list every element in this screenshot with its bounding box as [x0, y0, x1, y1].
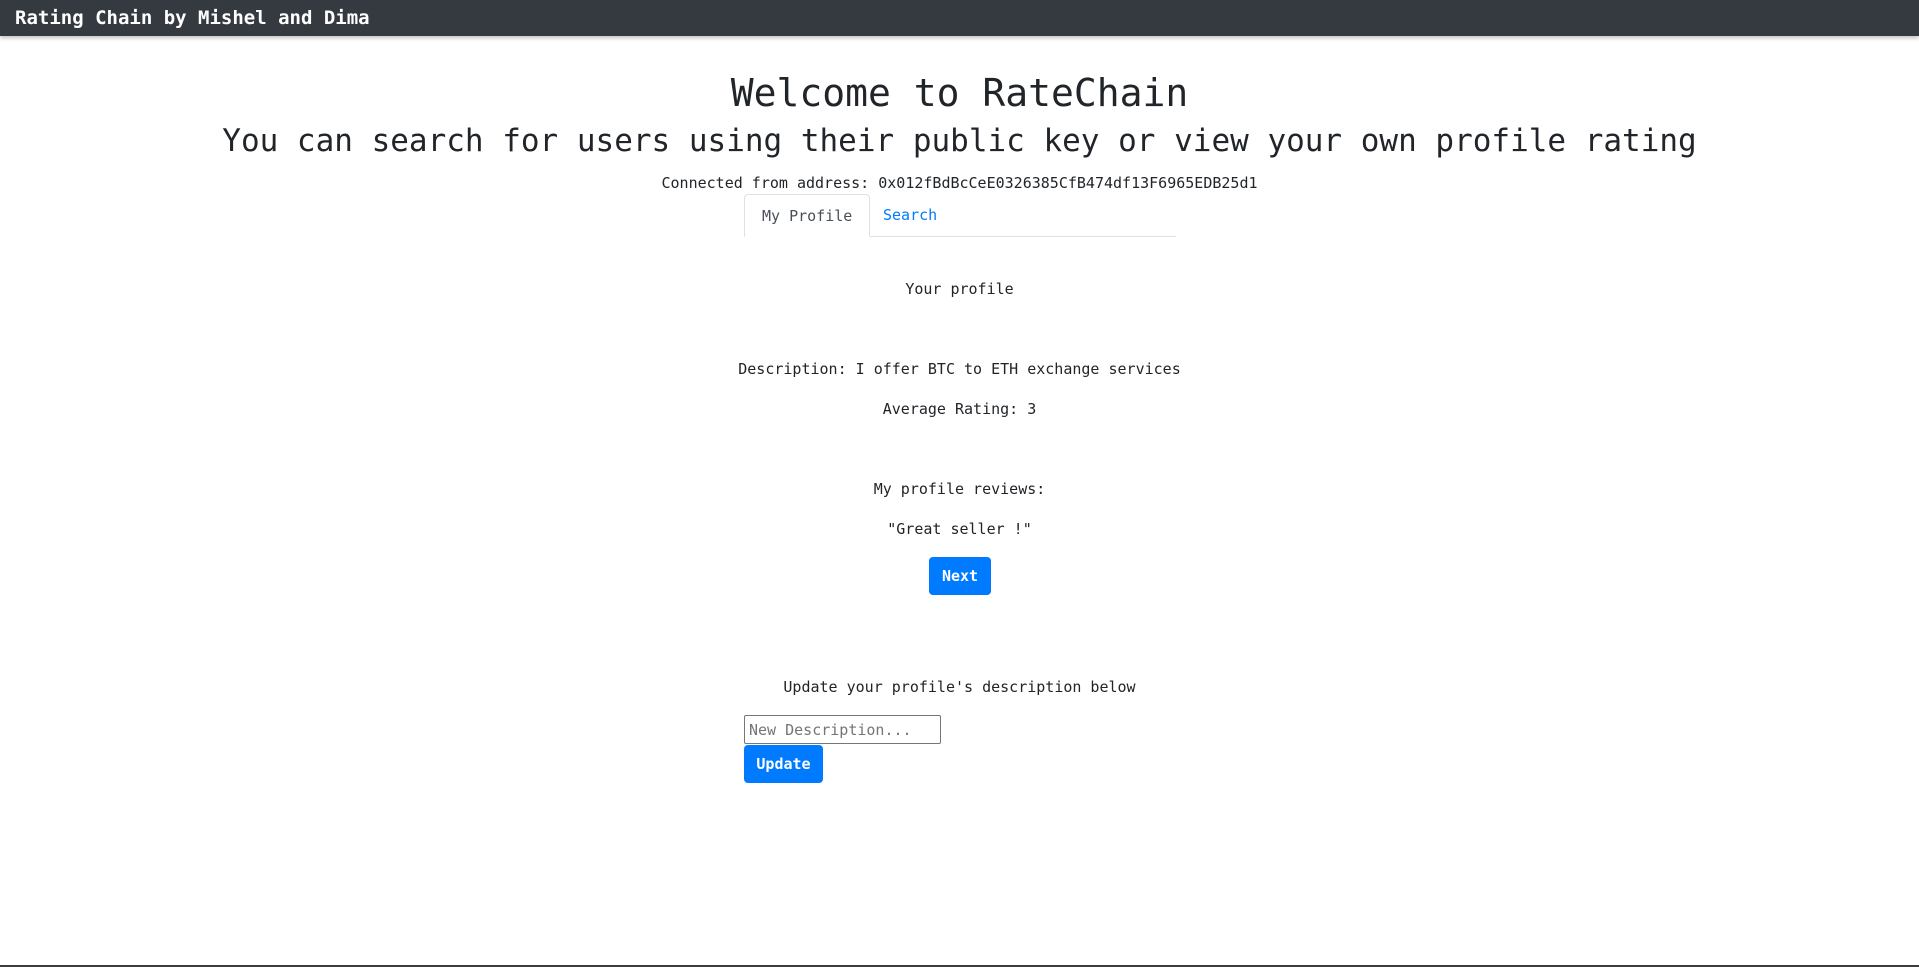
next-review-button[interactable]: Next [929, 557, 991, 595]
page-title: Welcome to RateChain [730, 71, 1189, 115]
new-description-input[interactable] [744, 715, 941, 744]
update-heading: Update your profile's description below [783, 678, 1136, 696]
average-rating: Average Rating: 3 [882, 400, 1037, 418]
profile-tabs: My Profile Search [744, 194, 1176, 237]
review-text: "Great seller !" [887, 520, 1032, 538]
top-navbar: Rating Chain by Mishel and Dima [0, 0, 1919, 36]
connected-address: Connected from address: 0x012fBdBcCeE032… [661, 174, 1258, 192]
profile-description: Description: I offer BTC to ETH exchange… [738, 360, 1181, 378]
tab-my-profile[interactable]: My Profile [744, 194, 871, 237]
navbar-brand[interactable]: Rating Chain by Mishel and Dima [15, 6, 370, 30]
profile-heading: Your profile [905, 280, 1014, 298]
tab-search[interactable]: Search [866, 194, 954, 236]
page-subtitle: You can search for users using their pub… [222, 123, 1697, 159]
reviews-heading: My profile reviews: [873, 480, 1046, 498]
update-button[interactable]: Update [744, 745, 823, 783]
